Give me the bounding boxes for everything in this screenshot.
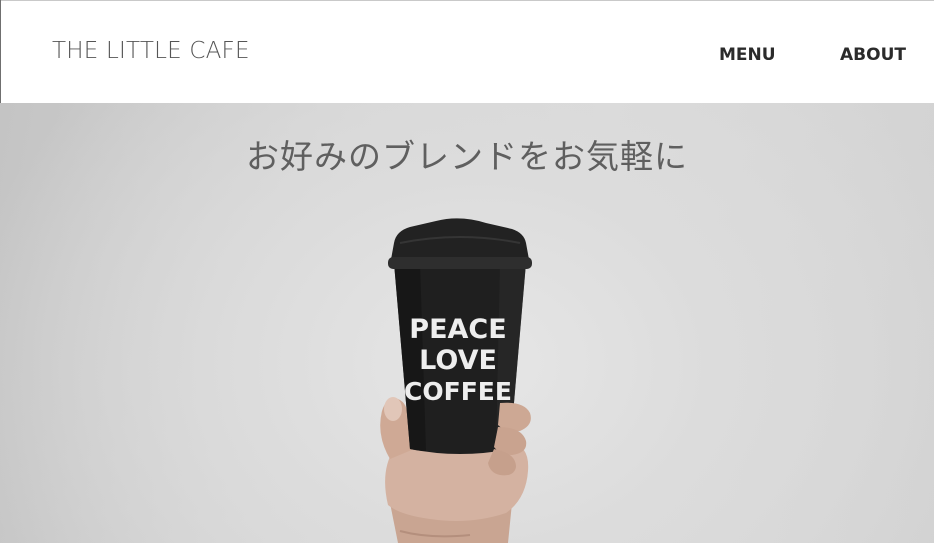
- hero-banner: お好みのブレンドをお気軽に PEACE LOVE COFFEE: [0, 103, 934, 543]
- window-left-border: [0, 0, 1, 103]
- cup-text-line-1: PEACE: [409, 314, 506, 345]
- site-header: THE LITTLE CAFE MENU ABOUT: [0, 0, 934, 103]
- site-title-link[interactable]: THE LITTLE CAFE: [52, 38, 250, 64]
- nav-link-about[interactable]: ABOUT: [840, 45, 906, 65]
- window-top-border: [0, 0, 934, 1]
- hero-coffee-cup-image: PEACE LOVE COFFEE: [380, 218, 532, 543]
- hero-heading: お好みのブレンドをお気軽に: [246, 137, 688, 176]
- cup-text-line-2: LOVE: [419, 345, 497, 376]
- nav-link-menu[interactable]: MENU: [719, 45, 776, 65]
- cup-text-line-3: COFFEE: [404, 377, 512, 406]
